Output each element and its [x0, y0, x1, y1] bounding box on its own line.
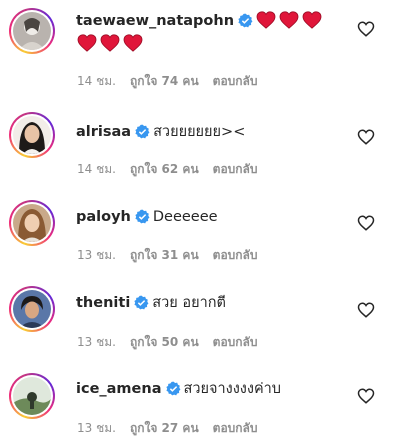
like-count[interactable]: ถูกใจ 74 คน — [130, 74, 199, 88]
red-heart-emoji-icon — [77, 34, 97, 52]
comment-meta: 14 ชม. ถูกใจ 74 คน ตอบกลับ — [77, 72, 272, 91]
heart-emoji-group — [256, 11, 325, 36]
reply-button[interactable]: ตอบกลับ — [213, 74, 258, 88]
comment-text: สวยยยยยย>< — [153, 124, 246, 140]
avatar-image — [13, 116, 51, 154]
like-count[interactable]: ถูกใจ 27 คน — [130, 421, 199, 435]
like-heart-icon[interactable] — [357, 387, 375, 405]
comment-meta: 14 ชม. ถูกใจ 62 คน ตอบกลับ — [77, 160, 272, 179]
verified-badge-icon — [165, 381, 180, 396]
heart-emoji-group — [77, 34, 146, 56]
like-count[interactable]: ถูกใจ 62 คน — [130, 162, 199, 176]
like-count[interactable]: ถูกใจ 31 คน — [130, 248, 199, 262]
avatar[interactable] — [9, 112, 55, 158]
avatar[interactable] — [9, 200, 55, 246]
reply-button[interactable]: ตอบกลับ — [213, 421, 258, 435]
red-heart-emoji-icon — [302, 11, 322, 29]
username[interactable]: taewaew_natapohn — [76, 13, 234, 29]
comment-text: Deeeeee — [152, 209, 218, 225]
avatar-image — [13, 12, 51, 50]
comment-meta: 13 ชม. ถูกใจ 50 คน ตอบกลับ — [77, 333, 272, 352]
avatar[interactable] — [9, 8, 55, 54]
avatar-image — [13, 290, 51, 328]
comment-time[interactable]: 14 ชม. — [77, 162, 116, 176]
reply-button[interactable]: ตอบกลับ — [213, 248, 258, 262]
like-heart-icon[interactable] — [357, 301, 375, 319]
comment-text: สวยจางงงงค่าบ — [183, 381, 282, 397]
comment-time[interactable]: 14 ชม. — [77, 74, 116, 88]
comment-time[interactable]: 13 ชม. — [77, 335, 116, 349]
username[interactable]: alrisaa — [76, 124, 131, 140]
avatar-image — [13, 377, 51, 415]
like-heart-icon[interactable] — [357, 128, 375, 146]
comment-time[interactable]: 13 ชม. — [77, 248, 116, 262]
like-heart-icon[interactable] — [357, 20, 375, 38]
reply-button[interactable]: ตอบกลับ — [213, 335, 258, 349]
avatar-image — [13, 204, 51, 242]
comment-text: สวย อยากตี — [152, 295, 226, 311]
reply-button[interactable]: ตอบกลับ — [213, 162, 258, 176]
verified-badge-icon — [238, 13, 253, 28]
verified-badge-icon — [135, 124, 150, 139]
like-count[interactable]: ถูกใจ 50 คน — [130, 335, 199, 349]
like-heart-icon[interactable] — [357, 214, 375, 232]
username[interactable]: theniti — [76, 295, 130, 311]
comment-time[interactable]: 13 ชม. — [77, 421, 116, 435]
comment-meta: 13 ชม. ถูกใจ 27 คน ตอบกลับ — [77, 419, 272, 438]
red-heart-emoji-icon — [100, 34, 120, 52]
avatar[interactable] — [9, 286, 55, 332]
red-heart-emoji-icon — [279, 11, 299, 29]
avatar[interactable] — [9, 373, 55, 419]
username[interactable]: ice_amena — [76, 381, 162, 397]
red-heart-emoji-icon — [123, 34, 143, 52]
red-heart-emoji-icon — [256, 11, 276, 29]
username[interactable]: paloyh — [76, 209, 131, 225]
verified-badge-icon — [134, 295, 149, 310]
comment-meta: 13 ชม. ถูกใจ 31 คน ตอบกลับ — [77, 246, 272, 265]
verified-badge-icon — [135, 209, 150, 224]
